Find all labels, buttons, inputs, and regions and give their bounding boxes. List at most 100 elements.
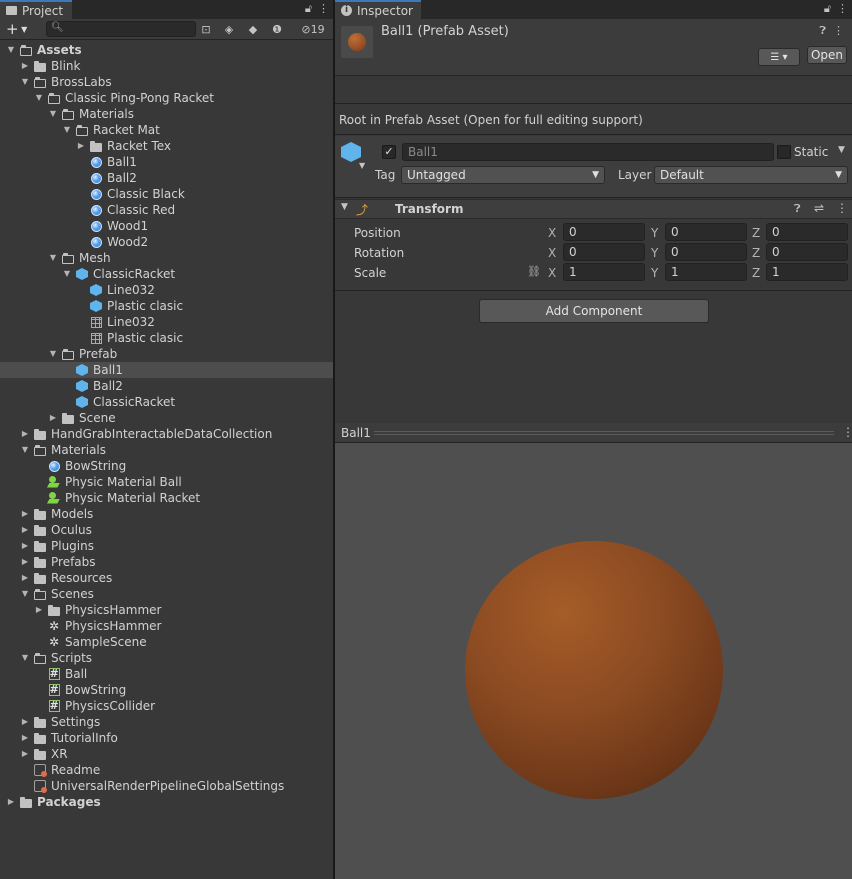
tree-item[interactable]: Readme bbox=[0, 762, 333, 778]
tree-item[interactable]: Physic Material Racket bbox=[0, 490, 333, 506]
tree-item[interactable]: ▶ Racket Tex bbox=[0, 138, 333, 154]
position-z-field[interactable]: 0 bbox=[766, 223, 848, 241]
tree-item[interactable]: ▶ Scene bbox=[0, 410, 333, 426]
expanded-arrow-icon[interactable]: ▼ bbox=[20, 74, 30, 90]
object-name-field[interactable]: Ball1 bbox=[402, 143, 774, 161]
hidden-packages-toggle[interactable]: ⊘ 19 bbox=[295, 20, 331, 38]
tree-item[interactable]: # PhysicsCollider bbox=[0, 698, 333, 714]
tree-item[interactable]: Plastic clasic bbox=[0, 330, 333, 346]
tree-item[interactable]: # Ball bbox=[0, 666, 333, 682]
tree-item[interactable]: Ball1 bbox=[0, 154, 333, 170]
active-checkbox[interactable]: ✓ bbox=[382, 145, 396, 159]
tree-item[interactable]: Plastic clasic bbox=[0, 298, 333, 314]
kebab-menu-icon[interactable]: ⋮ bbox=[836, 201, 848, 215]
tree-item[interactable]: ✲ SampleScene bbox=[0, 634, 333, 650]
tree-item[interactable]: ▼ Classic Ping-Pong Racket bbox=[0, 90, 333, 106]
lock-icon[interactable]: 🔓︎ bbox=[305, 2, 312, 16]
kebab-menu-icon[interactable]: ⋮ bbox=[318, 2, 329, 16]
static-dropdown-arrow[interactable]: ▼ bbox=[838, 145, 845, 155]
tree-item[interactable]: ▶ HandGrabInteractableDataCollection bbox=[0, 426, 333, 442]
help-icon[interactable]: ❓︎ bbox=[794, 202, 801, 216]
tree-item[interactable]: ▶ Packages bbox=[0, 794, 333, 810]
foldout-arrow-icon[interactable]: ▼ bbox=[341, 202, 348, 212]
collapsed-arrow-icon[interactable]: ▶ bbox=[20, 538, 30, 554]
collapsed-arrow-icon[interactable]: ▶ bbox=[20, 554, 30, 570]
tree-item[interactable]: Line032 bbox=[0, 314, 333, 330]
tree-item[interactable]: ▶ PhysicsHammer bbox=[0, 602, 333, 618]
help-icon[interactable]: ❓︎ bbox=[819, 24, 826, 37]
create-dropdown-button[interactable]: + ▼ bbox=[6, 20, 27, 38]
filter-by-type-icon[interactable]: ◈ bbox=[219, 20, 239, 38]
tree-item[interactable]: ▼ Scripts bbox=[0, 650, 333, 666]
collapsed-arrow-icon[interactable]: ▶ bbox=[20, 506, 30, 522]
preset-icon[interactable]: ⇌ bbox=[814, 201, 824, 215]
tree-item[interactable]: ▶ Oculus bbox=[0, 522, 333, 538]
expanded-arrow-icon[interactable]: ▼ bbox=[34, 90, 44, 106]
tag-dropdown[interactable]: Untagged ▼ bbox=[401, 166, 605, 184]
search-input[interactable]: 🔍︎ bbox=[46, 21, 196, 37]
tree-item[interactable]: Wood2 bbox=[0, 234, 333, 250]
tree-item[interactable]: ▶ TutorialInfo bbox=[0, 730, 333, 746]
tree-item[interactable]: UniversalRenderPipelineGlobalSettings bbox=[0, 778, 333, 794]
expanded-arrow-icon[interactable]: ▼ bbox=[48, 250, 58, 266]
tree-item[interactable]: Ball2 bbox=[0, 170, 333, 186]
tree-item[interactable]: BowString bbox=[0, 458, 333, 474]
tree-item[interactable]: ▼ ClassicRacket bbox=[0, 266, 333, 282]
layer-dropdown[interactable]: Default ▼ bbox=[654, 166, 848, 184]
expanded-arrow-icon[interactable]: ▼ bbox=[20, 442, 30, 458]
collapsed-arrow-icon[interactable]: ▶ bbox=[20, 570, 30, 586]
expanded-arrow-icon[interactable]: ▼ bbox=[20, 586, 30, 602]
tree-item[interactable]: ▼ Materials bbox=[0, 106, 333, 122]
lock-icon[interactable]: 🔓︎ bbox=[824, 2, 831, 16]
tree-item[interactable]: ClassicRacket bbox=[0, 394, 333, 410]
tree-item[interactable]: ▼ Materials bbox=[0, 442, 333, 458]
tree-item[interactable]: Ball2 bbox=[0, 378, 333, 394]
ball-preview-sphere[interactable] bbox=[465, 541, 723, 799]
open-button[interactable]: Open bbox=[807, 46, 847, 64]
tree-item[interactable]: ▼ Scenes bbox=[0, 586, 333, 602]
tree-item[interactable]: # BowString bbox=[0, 682, 333, 698]
rotation-z-field[interactable]: 0 bbox=[766, 243, 848, 261]
kebab-menu-icon[interactable]: ⋮ bbox=[833, 24, 844, 37]
filter-by-label-icon[interactable]: ◆ bbox=[243, 20, 263, 38]
preview-drag-handle[interactable] bbox=[374, 431, 834, 435]
tree-item[interactable]: ▼ Racket Mat bbox=[0, 122, 333, 138]
add-component-button[interactable]: Add Component bbox=[479, 299, 709, 323]
tree-item[interactable]: ▶ Models bbox=[0, 506, 333, 522]
transform-header[interactable]: ▼ ⤴ Transform ❓︎ ⇌ ⋮ bbox=[335, 199, 852, 219]
tree-item[interactable]: Classic Red bbox=[0, 202, 333, 218]
static-checkbox[interactable] bbox=[777, 145, 791, 159]
expanded-arrow-icon[interactable]: ▼ bbox=[48, 106, 58, 122]
tree-item[interactable]: Wood1 bbox=[0, 218, 333, 234]
collapsed-arrow-icon[interactable]: ▶ bbox=[76, 138, 86, 154]
expanded-arrow-icon[interactable]: ▼ bbox=[62, 266, 72, 282]
expanded-arrow-icon[interactable]: ▼ bbox=[6, 42, 16, 58]
tree-item[interactable]: ✲ PhysicsHammer bbox=[0, 618, 333, 634]
tree-item[interactable]: ▼ Mesh bbox=[0, 250, 333, 266]
scale-x-field[interactable]: 1 bbox=[563, 263, 645, 281]
position-x-field[interactable]: 0 bbox=[563, 223, 645, 241]
rotation-x-field[interactable]: 0 bbox=[563, 243, 645, 261]
tree-item[interactable]: ▶ XR bbox=[0, 746, 333, 762]
collapsed-arrow-icon[interactable]: ▶ bbox=[20, 730, 30, 746]
chevron-down-icon[interactable]: ▼ bbox=[359, 161, 365, 170]
collapsed-arrow-icon[interactable]: ▶ bbox=[34, 602, 44, 618]
rotation-y-field[interactable]: 0 bbox=[665, 243, 747, 261]
tree-item[interactable]: Classic Black bbox=[0, 186, 333, 202]
kebab-menu-icon[interactable]: ⋮ bbox=[842, 425, 852, 439]
tree-item[interactable]: ▶ Blink bbox=[0, 58, 333, 74]
tree-item[interactable]: ▼ Assets bbox=[0, 42, 333, 58]
tree-item[interactable]: ▶ Resources bbox=[0, 570, 333, 586]
kebab-menu-icon[interactable]: ⋮ bbox=[837, 2, 848, 16]
collapsed-arrow-icon[interactable]: ▶ bbox=[6, 794, 16, 810]
tab-inspector[interactable]: i Inspector bbox=[335, 0, 421, 19]
tree-item[interactable]: ▼ Prefab bbox=[0, 346, 333, 362]
tree-item[interactable]: Ball1 bbox=[0, 362, 333, 378]
tree-item[interactable]: ▶ Plugins bbox=[0, 538, 333, 554]
tab-project[interactable]: Project bbox=[0, 0, 72, 19]
tree-item[interactable]: ▼ BrossLabs bbox=[0, 74, 333, 90]
expanded-arrow-icon[interactable]: ▼ bbox=[20, 650, 30, 666]
collapsed-arrow-icon[interactable]: ▶ bbox=[20, 746, 30, 762]
search-by-type-icon[interactable]: ⊡ bbox=[197, 20, 215, 38]
scale-y-field[interactable]: 1 bbox=[665, 263, 747, 281]
